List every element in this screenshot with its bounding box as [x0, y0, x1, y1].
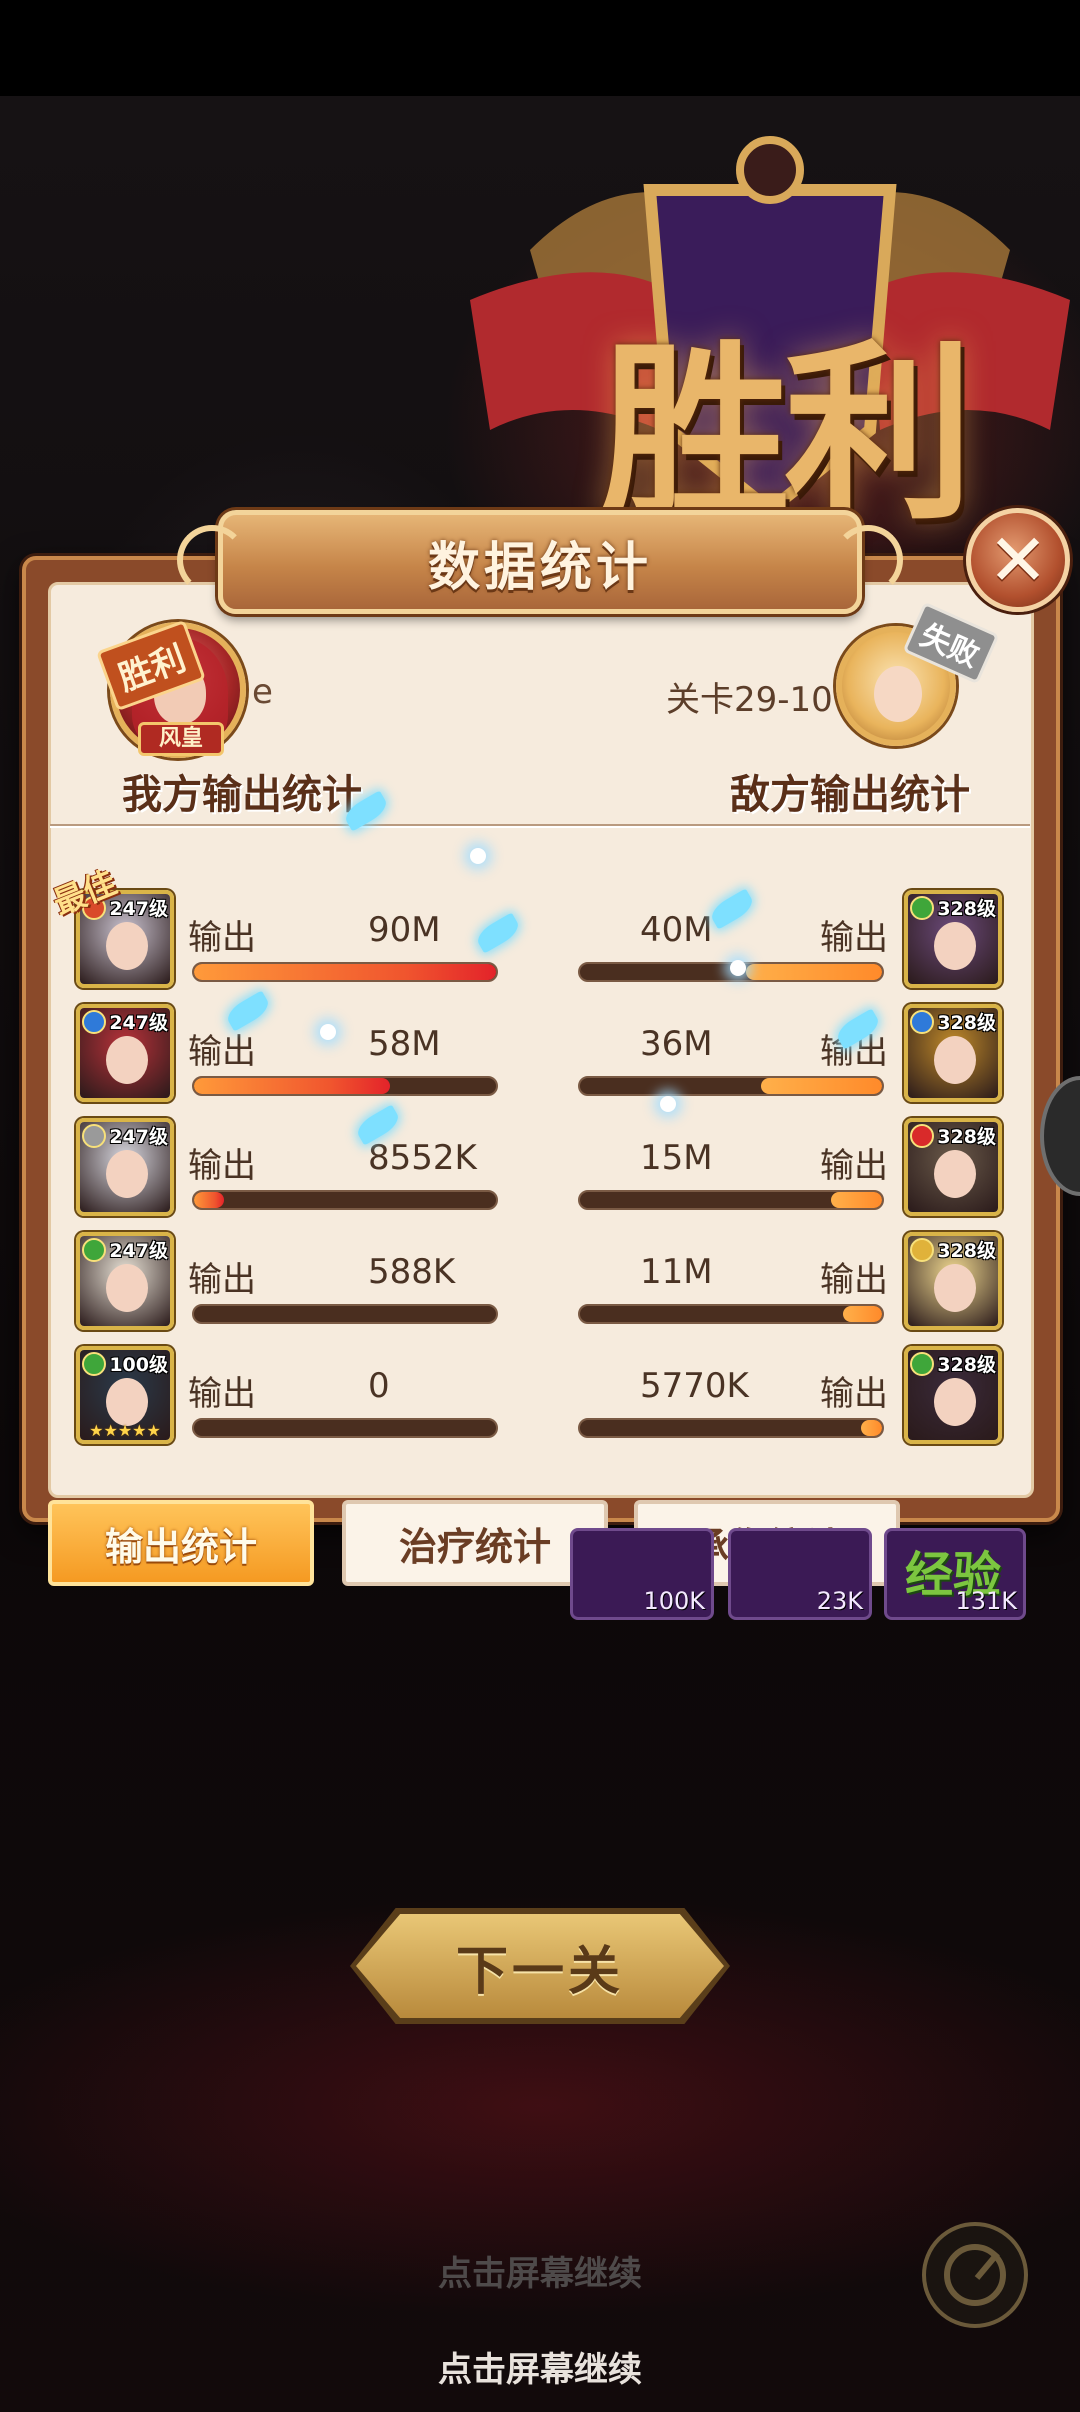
damage-row: 247级 输出 8552K 15M 输出 328级	[0, 1118, 1080, 1218]
ally-output-label: 输出	[188, 1146, 256, 1186]
enemy-output-bar	[578, 1418, 884, 1438]
close-icon: ✕	[987, 518, 1049, 602]
reward-item: 100K	[570, 1528, 714, 1620]
ally-hero-portrait[interactable]: 247级	[76, 1118, 174, 1216]
ally-output-bar	[192, 962, 498, 982]
element-icon	[910, 1124, 934, 1148]
pie-chart-icon	[944, 2244, 1006, 2306]
player-title-tag: 风皇	[138, 722, 224, 756]
ally-hero-portrait[interactable]: 100级 ★★★★★	[76, 1346, 174, 1444]
ally-output-value: 0	[368, 1366, 390, 1406]
ally-output-bar	[192, 1304, 498, 1324]
sparkle-effect	[730, 960, 746, 976]
close-button[interactable]: ✕	[966, 508, 1070, 612]
enemy-output-bar	[578, 1190, 884, 1210]
tap-to-continue-ghost: 点击屏幕继续	[438, 2254, 642, 2294]
ally-output-bar	[192, 1190, 498, 1210]
enemy-output-value: 36M	[640, 1024, 713, 1064]
sparkle-effect	[660, 1096, 676, 1112]
ally-output-value: 90M	[368, 910, 441, 950]
ally-output-value: 8552K	[368, 1138, 477, 1178]
ally-damage-header: 我方输出统计	[122, 772, 362, 818]
enemy-output-value: 15M	[640, 1138, 713, 1178]
element-icon	[910, 896, 934, 920]
element-icon	[910, 1352, 934, 1376]
ally-output-label: 输出	[188, 1260, 256, 1300]
sparkle-effect	[470, 848, 486, 864]
enemy-output-label: 输出	[820, 1374, 888, 1414]
damage-row: 247级 输出 588K 11M 输出 328级	[0, 1232, 1080, 1332]
enemy-hero-portrait[interactable]: 328级	[904, 1346, 1002, 1444]
ally-output-bar	[192, 1418, 498, 1438]
element-icon	[82, 1352, 106, 1376]
next-stage-button[interactable]: 下一关	[356, 1914, 724, 2018]
enemy-hero-portrait[interactable]: 328级	[904, 1004, 1002, 1102]
enemy-hero-portrait[interactable]: 328级	[904, 1118, 1002, 1216]
divider	[50, 824, 1030, 828]
enemy-output-bar	[578, 1304, 884, 1324]
stats-pie-button[interactable]	[922, 2222, 1028, 2328]
next-stage-label: 下一关	[455, 1941, 624, 2002]
ally-hero-portrait[interactable]: 247级	[76, 1004, 174, 1102]
ally-output-label: 输出	[188, 1374, 256, 1414]
stage-label: 关卡29-10	[666, 680, 833, 720]
tab-healing[interactable]: 治疗统计	[342, 1500, 608, 1586]
tap-to-continue[interactable]: 点击屏幕继续	[0, 2342, 1080, 2391]
damage-row: 247级 输出 58M 36M 输出 328级	[0, 1004, 1080, 1104]
enemy-output-label: 输出	[820, 1146, 888, 1186]
dialog-title-plate: 数据统计	[177, 510, 903, 614]
ornament-left	[177, 525, 247, 595]
damage-row: 247级 输出 90M 40M 输出 328级	[0, 890, 1080, 990]
enemy-output-value: 40M	[640, 910, 713, 950]
player-name: e	[252, 672, 273, 712]
ally-output-label: 输出	[188, 918, 256, 958]
victory-text: 胜利	[600, 322, 974, 545]
ornament-right	[833, 525, 903, 595]
element-icon	[910, 1238, 934, 1262]
ally-output-value: 58M	[368, 1024, 441, 1064]
enemy-output-label: 输出	[820, 1260, 888, 1300]
enemy-output-bar	[578, 1076, 884, 1096]
ally-output-value: 588K	[368, 1252, 456, 1292]
element-icon	[82, 1124, 106, 1148]
element-icon	[82, 1238, 106, 1262]
element-icon	[82, 1010, 106, 1034]
ally-hero-portrait[interactable]: 247级	[76, 1232, 174, 1330]
enemy-hero-portrait[interactable]: 328级	[904, 890, 1002, 988]
damage-row: 100级 ★★★★★ 输出 0 5770K 输出 328级	[0, 1346, 1080, 1446]
enemy-output-label: 输出	[820, 918, 888, 958]
reward-exp: 经验 131K	[884, 1528, 1026, 1620]
enemy-damage-header: 敌方输出统计	[730, 772, 970, 818]
ally-output-label: 输出	[188, 1032, 256, 1072]
dialog-title: 数据统计	[427, 537, 652, 598]
sparkle-effect	[320, 1024, 336, 1040]
tab-damage[interactable]: 输出统计	[48, 1500, 314, 1586]
status-bar	[0, 0, 1080, 96]
element-icon	[910, 1010, 934, 1034]
enemy-hero-portrait[interactable]: 328级	[904, 1232, 1002, 1330]
ally-output-bar	[192, 1076, 498, 1096]
enemy-output-value: 5770K	[640, 1366, 749, 1406]
enemy-output-value: 11M	[640, 1252, 713, 1292]
reward-item: 23K	[728, 1528, 872, 1620]
